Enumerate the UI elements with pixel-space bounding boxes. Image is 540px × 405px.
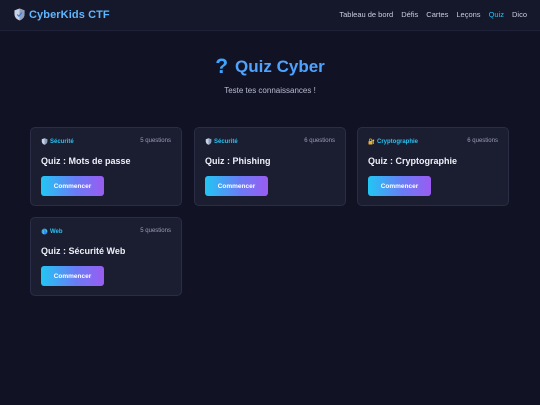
start-quiz-button[interactable]: Commencer bbox=[205, 176, 268, 196]
brand-name: CyberKids CTF bbox=[29, 8, 110, 21]
quiz-title: Quiz : Cryptographie bbox=[368, 156, 458, 166]
start-quiz-button[interactable]: Commencer bbox=[41, 176, 104, 196]
category-label: Sécurité bbox=[50, 138, 74, 145]
quiz-title: Quiz : Sécurité Web bbox=[41, 246, 126, 256]
nav-link-quiz[interactable]: Quiz bbox=[489, 10, 504, 19]
page-title-text: Quiz Cyber bbox=[235, 56, 325, 76]
category-label: Cryptographie bbox=[377, 138, 419, 145]
question-count: 5 questions bbox=[140, 228, 171, 234]
lock-key-icon bbox=[368, 138, 375, 145]
quiz-card-mots-de-passe: Sécurité 5 questions Quiz : Mots de pass… bbox=[30, 127, 182, 206]
nav-link-cartes[interactable]: Cartes bbox=[426, 10, 448, 19]
nav-link-defis[interactable]: Défis bbox=[401, 10, 418, 19]
start-quiz-button[interactable]: Commencer bbox=[41, 266, 104, 286]
page-header: ? Quiz Cyber Teste tes connaissances ! bbox=[0, 56, 540, 95]
question-count: 5 questions bbox=[140, 138, 171, 144]
globe-icon bbox=[41, 228, 48, 235]
question-count: 6 questions bbox=[304, 138, 335, 144]
category-tag: Sécurité bbox=[41, 138, 74, 145]
quiz-card-phishing: Sécurité 6 questions Quiz : Phishing Com… bbox=[194, 127, 346, 206]
quiz-title: Quiz : Phishing bbox=[205, 156, 271, 166]
quiz-title: Quiz : Mots de passe bbox=[41, 156, 131, 166]
page-subtitle: Teste tes connaissances ! bbox=[224, 86, 316, 95]
category-tag: Sécurité bbox=[205, 138, 238, 145]
category-tag: Web bbox=[41, 228, 63, 235]
category-label: Sécurité bbox=[214, 138, 238, 145]
nav-link-lecons[interactable]: Leçons bbox=[456, 10, 480, 19]
shield-icon bbox=[14, 8, 25, 21]
category-tag: Cryptographie bbox=[368, 138, 418, 145]
top-navbar: CyberKids CTF Tableau de bord Défis Cart… bbox=[0, 0, 540, 31]
quiz-card-securite-web: Web 5 questions Quiz : Sécurité Web Comm… bbox=[30, 217, 182, 296]
quiz-card-cryptographie: Cryptographie 6 questions Quiz : Cryptog… bbox=[357, 127, 509, 206]
nav-link-tableau-de-bord[interactable]: Tableau de bord bbox=[339, 10, 393, 19]
category-label: Web bbox=[50, 228, 63, 235]
brand-logo[interactable]: CyberKids CTF bbox=[14, 8, 110, 21]
page-title: ? Quiz Cyber bbox=[215, 56, 325, 77]
question-mark-icon: ? bbox=[215, 55, 229, 78]
nav-links: Tableau de bord Défis Cartes Leçons Quiz… bbox=[339, 10, 527, 19]
shield-icon bbox=[41, 138, 48, 145]
start-quiz-button[interactable]: Commencer bbox=[368, 176, 431, 196]
nav-link-dico[interactable]: Dico bbox=[512, 10, 527, 19]
question-count: 6 questions bbox=[467, 138, 498, 144]
shield-icon bbox=[205, 138, 212, 145]
